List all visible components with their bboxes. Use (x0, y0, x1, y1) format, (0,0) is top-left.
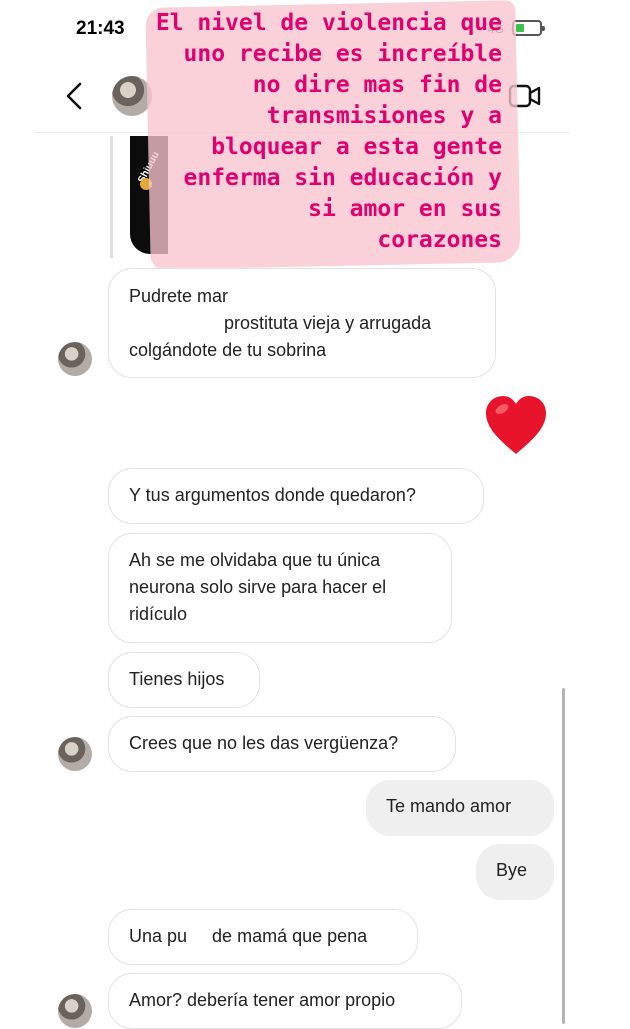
status-time: 21:43 (76, 18, 125, 39)
contact-avatar (58, 737, 92, 771)
message-line: Y tus argumentos donde quedaron? (129, 485, 416, 505)
overlay-caption: El nivel de violencia que uno recibe es … (155, 10, 502, 253)
message-line: ridículo (129, 604, 188, 624)
message-line: neurona solo sirve para hacer el (129, 577, 387, 597)
message-bubble[interactable]: Una pu de mamá que pena (108, 909, 418, 965)
message-line: Amor? debería tener amor propio (129, 990, 396, 1010)
message-line: Una pu de mamá que pena (129, 926, 368, 946)
message-line: Te mando amor (386, 796, 512, 816)
heart-emoji-icon[interactable] (483, 394, 549, 458)
message-line: Ah se me olvidaba que tu única (129, 550, 381, 570)
contact-avatar (58, 994, 92, 1028)
message-line: colgándote de tu sobrina (129, 340, 327, 360)
chevron-left-icon (66, 82, 82, 110)
message-bubble[interactable]: Tienes hijos (108, 652, 260, 708)
message-line: Bye (496, 860, 528, 880)
reply-divider (110, 136, 113, 258)
message-bubble[interactable]: Pudrete mar prostituta vieja y arrugada … (108, 268, 496, 378)
battery-icon (512, 20, 545, 36)
message-line: Crees que no les das vergüenza? (129, 733, 399, 753)
contact-avatar (58, 342, 92, 376)
scrollbar[interactable] (562, 688, 565, 1024)
message-bubble[interactable]: Y tus argumentos donde quedaron? (108, 468, 484, 524)
message-line: Tienes hijos (129, 669, 225, 689)
message-bubble[interactable]: Amor? debería tener amor propio (108, 973, 462, 1029)
message-bubble[interactable]: Ah se me olvidaba que tu única neurona s… (108, 533, 452, 643)
message-bubble[interactable]: Crees que no les das vergüenza? (108, 716, 456, 772)
message-line: prostituta vieja y arrugada (129, 313, 432, 333)
message-bubble-outgoing[interactable]: Te mando amor (366, 780, 554, 836)
back-button[interactable] (62, 80, 90, 112)
message-line: Pudrete mar (129, 286, 229, 306)
message-bubble-outgoing[interactable]: Bye (476, 844, 554, 900)
